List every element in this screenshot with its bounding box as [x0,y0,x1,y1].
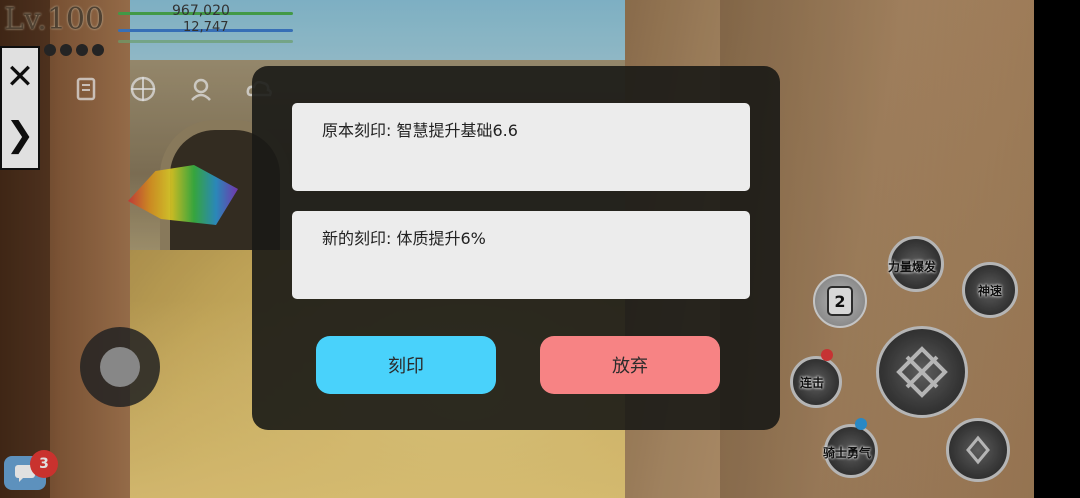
engrave-button[interactable]: 刻印 [316,336,496,394]
discard-button[interactable]: 放弃 [540,336,720,394]
new-engraving-field: 新的刻印: 体质提升6% [292,211,750,299]
original-engraving-field: 原本刻印: 智慧提升基础6.6 [292,103,750,191]
screen-edge-bar [1034,0,1080,498]
engraving-dialog: 原本刻印: 智慧提升基础6.6 新的刻印: 体质提升6% 刻印 放弃 [252,66,780,430]
